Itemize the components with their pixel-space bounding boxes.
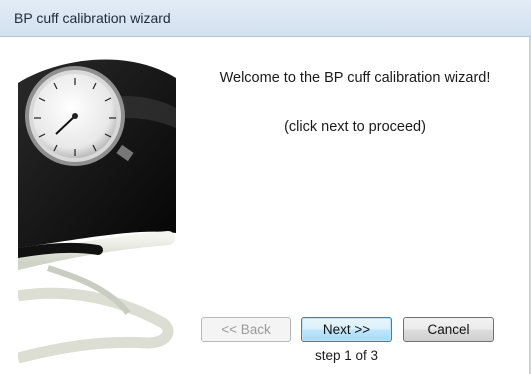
sphygmomanometer-image xyxy=(18,38,176,374)
wizard-window: BP cuff calibration wizard Welcome to th… xyxy=(0,0,531,374)
cancel-button[interactable]: Cancel xyxy=(403,317,494,342)
title-bar[interactable]: BP cuff calibration wizard xyxy=(0,0,531,37)
step-indicator: step 1 of 3 xyxy=(314,348,379,363)
proceed-hint: (click next to proceed) xyxy=(284,119,426,135)
back-button[interactable]: << Back xyxy=(201,317,291,342)
welcome-message: Welcome to the BP cuff calibration wizar… xyxy=(219,70,491,86)
window-title: BP cuff calibration wizard xyxy=(14,10,171,26)
blood-pressure-cuff-illustration xyxy=(18,59,176,364)
next-button[interactable]: Next >> xyxy=(301,317,392,342)
